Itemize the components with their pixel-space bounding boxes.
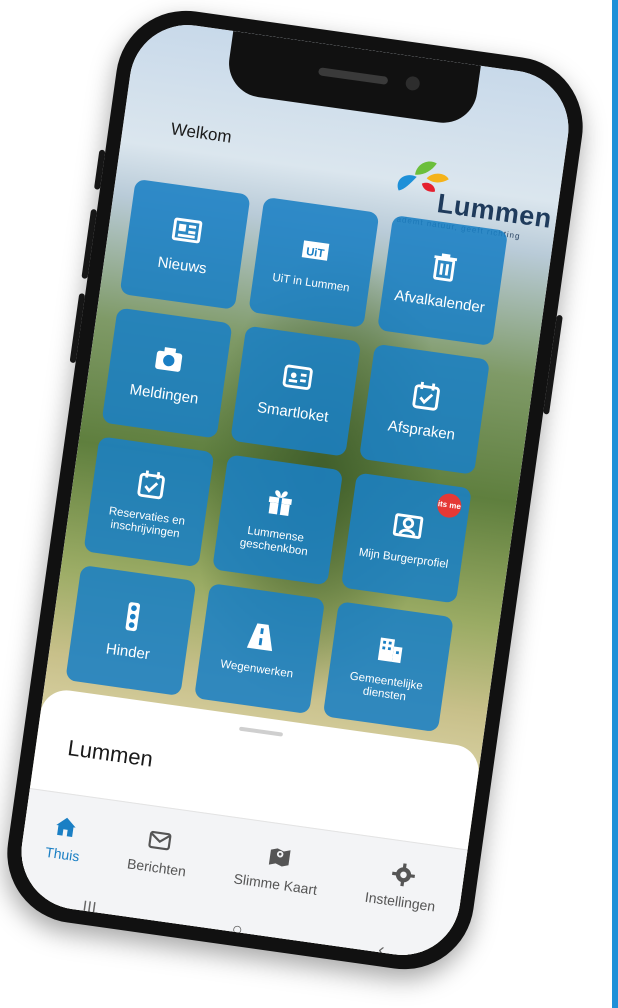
tile-gemeentelijke-diensten[interactable]: Gemeentelijke diensten [322, 601, 454, 733]
mail-icon [148, 831, 172, 851]
tile-label: Afvalkalender [393, 287, 486, 317]
id-card-icon [282, 365, 313, 391]
tab-label: Berichten [126, 855, 188, 880]
tile-nieuws[interactable]: Nieuws [119, 178, 251, 310]
tile-geschenkbon[interactable]: Lummense geschenkbon [212, 454, 344, 586]
tile-afspraken[interactable]: Afspraken [358, 343, 491, 475]
tile-reservaties[interactable]: Reservaties en inschrijvingen [83, 436, 215, 568]
traffic-light-icon [125, 602, 140, 632]
building-icon [377, 637, 403, 663]
tile-grid: Nieuws UiT UiT in Lummen Afvalkalender M… [65, 178, 522, 734]
tab-instellingen[interactable]: Instellingen [364, 857, 441, 914]
recents-button[interactable]: ||| [81, 897, 98, 920]
tile-label: Wegenwerken [219, 658, 294, 681]
tile-label: Hinder [104, 640, 151, 664]
tile-burgerprofiel[interactable]: its me Mijn Burgerprofiel [340, 472, 472, 604]
right-border [612, 0, 618, 1008]
tile-label: Nieuws [156, 254, 208, 278]
tile-label: UiT in Lummen [271, 272, 351, 295]
tile-uit-in-lummen[interactable]: UiT UiT in Lummen [248, 196, 380, 328]
camera-icon [155, 347, 183, 373]
tile-label: Meldingen [128, 381, 200, 408]
tile-smartloket[interactable]: Smartloket [230, 325, 362, 457]
profile-icon [392, 513, 424, 540]
front-camera [404, 75, 421, 92]
phone-mockup: Welkom Lummen ademt natuur, geeft richti… [0, 1, 592, 979]
road-icon [246, 623, 273, 652]
svg-text:UiT: UiT [305, 246, 325, 260]
phone-frame: Welkom Lummen ademt natuur, geeft richti… [0, 1, 592, 979]
tile-meldingen[interactable]: Meldingen [101, 307, 233, 439]
calendar-check-icon [412, 382, 440, 411]
tile-hinder[interactable]: Hinder [65, 565, 197, 697]
itsme-badge: its me [435, 492, 463, 520]
tab-thuis[interactable]: Thuis [44, 812, 85, 864]
tile-label: Afspraken [386, 417, 457, 445]
tab-label: Thuis [44, 843, 81, 865]
uit-logo-icon: UiT [301, 240, 330, 262]
tab-label: Slimme Kaart [232, 870, 319, 898]
tile-label: Lummense geschenkbon [239, 524, 309, 559]
home-button[interactable]: ○ [230, 918, 245, 940]
tab-label: Instellingen [363, 888, 437, 915]
newspaper-icon [171, 217, 203, 244]
gear-icon [392, 863, 416, 887]
sheet-title: Lummen [66, 735, 155, 772]
tile-label: Smartloket [256, 399, 330, 427]
tile-label: Reservaties en inschrijvingen [108, 505, 186, 541]
gift-icon [268, 490, 293, 516]
tile-wegenwerken[interactable]: Wegenwerken [194, 583, 326, 715]
trash-icon [433, 253, 458, 283]
sheet-drag-handle[interactable] [238, 726, 284, 737]
tile-label: Gemeentelijke diensten [349, 670, 424, 704]
speaker [317, 67, 389, 85]
back-button[interactable]: ‹ [377, 939, 386, 961]
tile-afvalkalender[interactable]: Afvalkalender [377, 214, 509, 347]
tab-berichten[interactable]: Berichten [126, 824, 191, 880]
tile-label: Mijn Burgerprofiel [357, 546, 449, 572]
tab-slimme-kaart[interactable]: Slimme Kaart [233, 839, 323, 898]
calendar-check-icon [137, 470, 165, 499]
map-icon [268, 848, 291, 867]
home-icon [56, 817, 76, 838]
